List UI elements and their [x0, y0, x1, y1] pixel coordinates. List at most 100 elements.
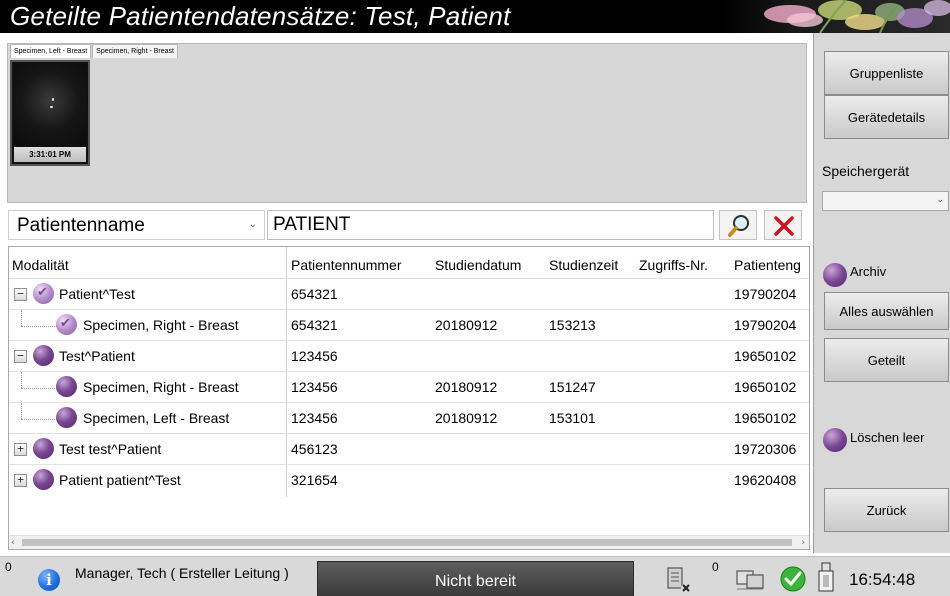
table-cell-birth: 19650102 — [734, 379, 797, 395]
check-icon: ✔ — [37, 285, 48, 300]
thumbnail-image — [14, 64, 86, 146]
tab-specimen-left-breast[interactable]: Specimen, Left - Breast — [10, 44, 92, 58]
patient-table[interactable]: Modalität Patientennummer Studiendatum S… — [8, 246, 810, 550]
print-queue-icon[interactable] — [665, 565, 695, 595]
expand-icon[interactable]: + — [14, 474, 27, 487]
search-field-dropdown[interactable]: Patientenname ⌄ — [8, 210, 265, 240]
table-row[interactable]: + Patient patient^Test 321654 19620408 — [9, 464, 809, 495]
column-header-study-time[interactable]: Studienzeit — [549, 257, 618, 273]
usb-icon[interactable] — [816, 561, 836, 595]
delete-empty-label[interactable]: Löschen leer — [850, 430, 924, 445]
green-check-icon[interactable] — [779, 565, 807, 593]
group-list-button[interactable]: Gruppenliste — [824, 51, 949, 95]
right-action-panel: Gruppenliste Gerätedetails Speichergerät… — [813, 33, 950, 553]
clock: 16:54:48 — [849, 570, 916, 589]
tree-connector — [21, 372, 22, 388]
search-input[interactable]: PATIENT — [267, 210, 714, 240]
selected-orb-icon[interactable]: ✔ — [56, 314, 77, 335]
chevron-down-icon: ⌄ — [936, 195, 944, 205]
shared-button[interactable]: Geteilt — [824, 338, 949, 382]
tree-connector — [21, 419, 57, 420]
table-cell-id: 654321 — [291, 286, 338, 302]
storage-device-select[interactable]: ⌄ — [822, 191, 949, 211]
image-thumbnail-panel — [7, 43, 807, 203]
flower-banner-image — [720, 0, 950, 33]
table-cell-birth: 19650102 — [734, 348, 797, 364]
unselected-orb-icon[interactable] — [56, 376, 77, 397]
message-count: 0 — [5, 560, 12, 574]
column-header-study-date[interactable]: Studiendatum — [435, 257, 521, 273]
archive-orb-icon[interactable] — [823, 263, 847, 287]
collapse-icon[interactable]: − — [14, 288, 27, 301]
table-row[interactable]: − Test^Patient 123456 19650102 — [9, 340, 809, 371]
table-cell-date: 20180912 — [435, 379, 498, 395]
scroll-right-icon[interactable]: › — [801, 536, 805, 549]
table-cell-birth: 19720306 — [734, 441, 797, 457]
table-cell-id: 123456 — [291, 379, 338, 395]
table-cell-birth: 19620408 — [734, 472, 797, 488]
table-cell-id: 123456 — [291, 410, 338, 426]
unselected-orb-icon[interactable] — [33, 345, 54, 366]
column-header-birthdate[interactable]: Patienteng — [734, 257, 801, 273]
unselected-orb-icon[interactable] — [56, 407, 77, 428]
tree-connector — [21, 403, 22, 419]
selected-orb-icon[interactable]: ✔ — [33, 283, 54, 304]
patient-name-cell: Test test^Patient — [59, 441, 162, 457]
column-header-patient-id[interactable]: Patientennummer — [291, 257, 402, 273]
image-thumbnail[interactable]: 3:31:01 PM — [10, 60, 90, 166]
red-x-icon — [774, 216, 794, 236]
table-cell-time: 153101 — [549, 410, 596, 426]
table-cell-id: 654321 — [291, 317, 338, 333]
window-title: Geteilte Patientendatensätze: Test, Pati… — [10, 1, 511, 31]
system-status-button[interactable]: Nicht bereit — [317, 561, 634, 596]
search-button[interactable] — [719, 210, 757, 240]
tree-connector — [21, 310, 22, 326]
patient-name-cell: Specimen, Right - Breast — [83, 379, 239, 395]
table-cell-time: 153213 — [549, 317, 596, 333]
check-icon: ✔ — [60, 316, 71, 331]
delete-empty-orb-icon[interactable] — [823, 428, 847, 452]
tree-connector — [21, 326, 57, 327]
table-cell-date: 20180912 — [435, 410, 498, 426]
column-header-access-no[interactable]: Zugriffs-Nr. — [639, 257, 708, 273]
queue-count: 0 — [712, 560, 719, 574]
search-field-value: Patientenname — [17, 215, 145, 236]
expand-icon[interactable]: + — [14, 443, 27, 456]
thumbnail-tabs: Specimen, Left - Breast Specimen, Right … — [10, 44, 179, 58]
patient-name-cell: Test^Patient — [59, 348, 135, 364]
select-all-button[interactable]: Alles auswählen — [824, 292, 949, 330]
tab-specimen-right-breast[interactable]: Specimen, Right - Breast — [92, 44, 178, 58]
patient-name-cell: Specimen, Right - Breast — [83, 317, 239, 333]
table-cell-id: 123456 — [291, 348, 338, 364]
unselected-orb-icon[interactable] — [33, 438, 54, 459]
patient-name-cell: Patient patient^Test — [59, 472, 181, 488]
unselected-orb-icon[interactable] — [33, 469, 54, 490]
patient-name-cell: Specimen, Left - Breast — [83, 410, 230, 426]
horizontal-scrollbar[interactable]: ‹ › — [9, 535, 809, 549]
device-details-button[interactable]: Gerätedetails — [824, 95, 949, 139]
column-header-modality[interactable]: Modalität — [12, 257, 69, 273]
archive-label[interactable]: Archiv — [850, 264, 886, 279]
title-bar: Geteilte Patientendatensätze: Test, Pati… — [0, 0, 950, 33]
magnifier-icon — [728, 215, 749, 237]
back-button[interactable]: Zurück — [824, 488, 949, 532]
table-row[interactable]: Specimen, Left - Breast 123456 20180912 153… — [9, 402, 809, 433]
table-row[interactable]: Specimen, Right - Breast 123456 20180912 15… — [9, 371, 809, 402]
storage-device-label: Speichergerät — [822, 163, 910, 179]
chevron-down-icon: ⌄ — [248, 219, 257, 230]
info-icon[interactable]: i — [38, 569, 60, 591]
table-cell-birth: 19790204 — [734, 317, 797, 333]
network-icon[interactable] — [733, 565, 767, 593]
scrollbar-thumb[interactable] — [22, 539, 792, 546]
thumbnail-time: 3:31:01 PM — [14, 147, 86, 162]
table-cell-date: 20180912 — [435, 317, 498, 333]
table-cell-birth: 19790204 — [734, 286, 797, 302]
table-cell-time: 151247 — [549, 379, 596, 395]
table-row[interactable]: + Test test^Patient 456123 19720306 — [9, 433, 809, 464]
table-row[interactable]: − ✔ Patient^Test 654321 19790204 — [9, 278, 809, 309]
table-row[interactable]: ✔ Specimen, Right - Breast 654321 20180912 1… — [9, 309, 809, 340]
collapse-icon[interactable]: − — [14, 350, 27, 363]
scroll-left-icon[interactable]: ‹ — [11, 536, 15, 549]
current-user[interactable]: Manager, Tech ( Ersteller Leitung ) — [75, 565, 289, 581]
clear-search-button[interactable] — [764, 210, 802, 240]
